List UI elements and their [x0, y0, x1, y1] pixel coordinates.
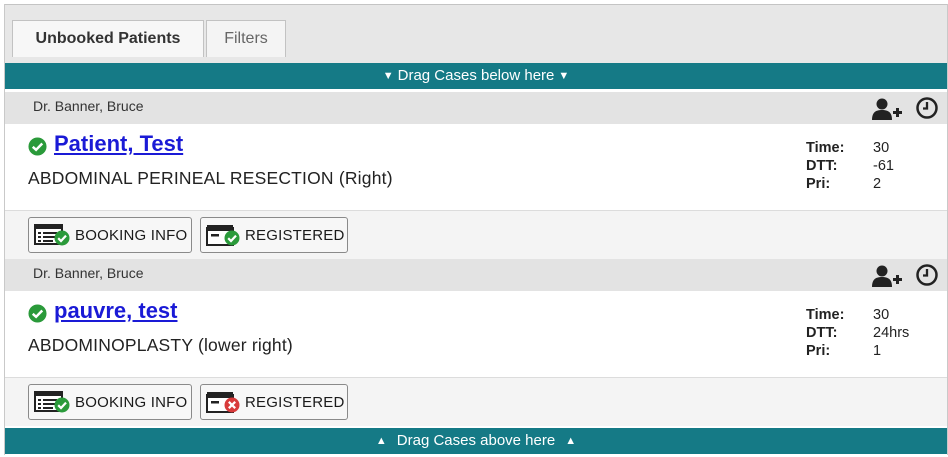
registered-button[interactable]: REGISTERED [200, 217, 348, 253]
registered-label: REGISTERED [245, 394, 345, 411]
booking-info-icon [34, 391, 70, 413]
case-footer: BOOKING INFO REGISTERED [5, 378, 947, 426]
booking-info-label: BOOKING INFO [75, 227, 188, 244]
tab-bar: Unbooked Patients Filters [5, 4, 947, 64]
priority-value: 2 [873, 176, 882, 192]
time-label: Time: [806, 307, 845, 323]
caret-up-icon: ▲ [375, 435, 387, 447]
priority-label: Pri: [806, 343, 831, 359]
check-circle-icon [28, 304, 47, 323]
tab-unbooked-patients[interactable]: Unbooked Patients [12, 20, 204, 57]
caret-down-icon: ▼ [558, 70, 570, 82]
check-circle-icon [28, 137, 47, 156]
registered-error-icon [206, 392, 240, 413]
surgeon-name: Dr. Banner, Bruce [33, 265, 144, 281]
tab-filters[interactable]: Filters [206, 20, 286, 57]
booking-info-icon [34, 224, 70, 246]
surgeon-name: Dr. Banner, Bruce [33, 98, 144, 114]
case-body: Patient, Test ABDOMINAL PERINEAL RESECTI… [5, 124, 947, 211]
add-user-icon[interactable] [871, 265, 903, 287]
dtt-label: DTT: [806, 158, 838, 174]
case-stats: Time: 30 DTT: -61 Pri: 2 [806, 139, 926, 193]
drop-zone-bottom-label: Drag Cases above here [396, 432, 556, 449]
drop-zone-top-label: Drag Cases below here [397, 67, 555, 84]
dtt-value: -61 [873, 158, 894, 174]
priority-label: Pri: [806, 176, 831, 192]
caret-down-icon: ▼ [382, 70, 394, 82]
booking-info-button[interactable]: BOOKING INFO [28, 384, 192, 420]
booking-info-label: BOOKING INFO [75, 394, 188, 411]
procedure-name: ABDOMINAL PERINEAL RESECTION (Right) [28, 168, 393, 188]
dtt-label: DTT: [806, 325, 838, 341]
registered-button[interactable]: REGISTERED [200, 384, 348, 420]
drop-zone-top[interactable]: ▼ Drag Cases below here ▼ [5, 63, 947, 89]
patient-name-link[interactable]: pauvre, test [54, 298, 178, 324]
time-value: 30 [873, 140, 890, 156]
case-body: pauvre, test ABDOMINOPLASTY (lower right… [5, 291, 947, 378]
time-label: Time: [806, 140, 845, 156]
case-footer: BOOKING INFO REGISTERED [5, 211, 947, 259]
case-header: Dr. Banner, Bruce [5, 259, 947, 291]
clock-icon[interactable] [915, 96, 939, 120]
procedure-name: ABDOMINOPLASTY (lower right) [28, 335, 293, 355]
add-user-icon[interactable] [871, 98, 903, 120]
patient-name-link[interactable]: Patient, Test [54, 131, 183, 157]
priority-value: 1 [873, 343, 882, 359]
case-header: Dr. Banner, Bruce [5, 92, 947, 124]
unbooked-panel: Unbooked Patients Filters ▼ Drag Cases be… [4, 4, 948, 455]
clock-icon[interactable] [915, 263, 939, 287]
dtt-value: 24hrs [873, 325, 910, 341]
registered-label: REGISTERED [245, 227, 345, 244]
booking-info-button[interactable]: BOOKING INFO [28, 217, 192, 253]
drop-zone-bottom[interactable]: ▲ Drag Cases above here ▲ [5, 428, 947, 454]
caret-up-icon: ▲ [565, 435, 577, 447]
case-stats: Time: 30 DTT: 24hrs Pri: 1 [806, 306, 926, 360]
time-value: 30 [873, 307, 890, 323]
registered-ok-icon [206, 225, 240, 246]
